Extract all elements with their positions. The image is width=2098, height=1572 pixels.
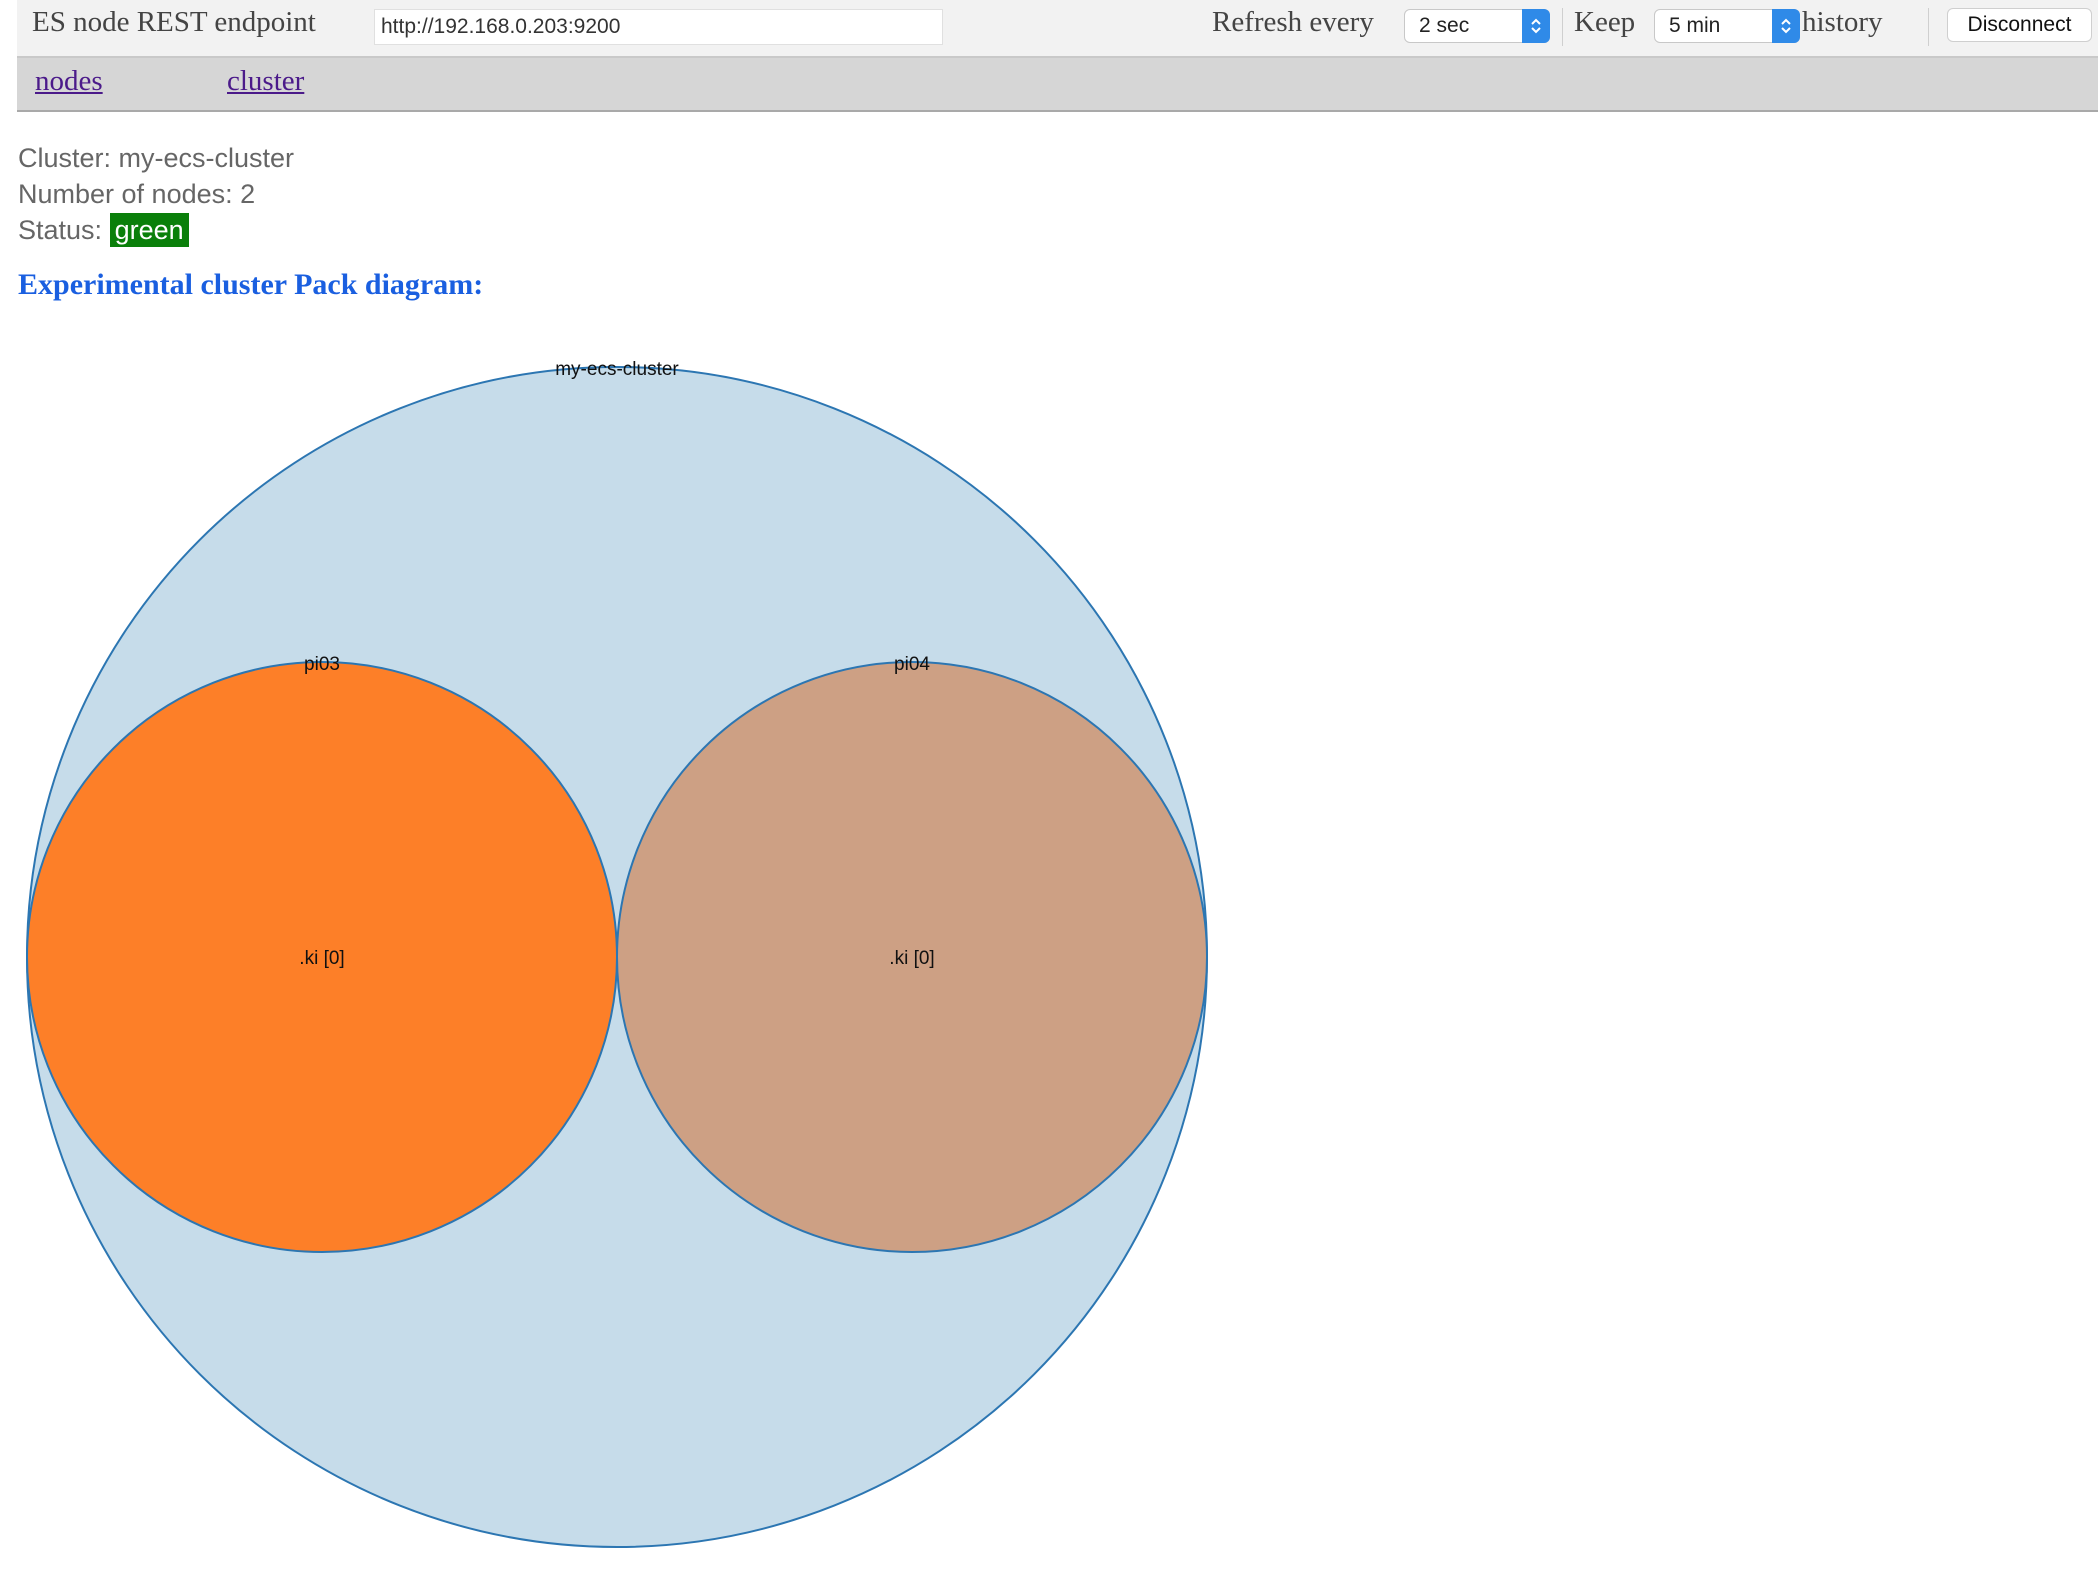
refresh-label: Refresh every [1212,6,1374,38]
cluster-pack-diagram: my-ecs-cluster pi03 .ki [0] pi04 .ki [0] [26,359,1208,1548]
history-label: history [1802,6,1883,38]
endpoint-label: ES node REST endpoint [32,6,316,38]
keep-history-select[interactable]: 5 min [1654,9,1800,43]
toolbar-separator [1562,8,1563,46]
disconnect-button[interactable]: Disconnect [1947,8,2092,42]
toolbar-separator [1928,8,1929,46]
keep-label: Keep [1574,6,1636,38]
diagram-heading: Experimental cluster Pack diagram: [18,268,484,301]
endpoint-input[interactable]: http://192.168.0.203:9200 [374,9,943,45]
status-line: Status: green [18,213,189,247]
node-label-pi03: pi03 [304,654,340,675]
shard-label-pi03: .ki [0] [299,948,344,969]
nav-bar: nodes cluster [17,58,2098,112]
nav-link-nodes[interactable]: nodes [35,65,103,98]
nav-link-cluster[interactable]: cluster [227,65,304,98]
cluster-label: my-ecs-cluster [555,359,679,380]
keep-history-value: 5 min [1669,14,1721,37]
refresh-interval-value: 2 sec [1419,14,1470,37]
shard-label-pi04: .ki [0] [889,948,934,969]
status-label: Status: [18,215,103,245]
cluster-name-line: Cluster: my-ecs-cluster [18,143,295,173]
node-count-line: Number of nodes: 2 [18,179,256,209]
select-arrows-icon [1772,9,1800,43]
toolbar: ES node REST endpoint http://192.168.0.2… [17,0,2098,58]
status-badge: green [109,213,189,247]
node-label-pi04: pi04 [894,654,930,675]
select-arrows-icon [1522,9,1550,43]
refresh-interval-select[interactable]: 2 sec [1404,9,1550,43]
